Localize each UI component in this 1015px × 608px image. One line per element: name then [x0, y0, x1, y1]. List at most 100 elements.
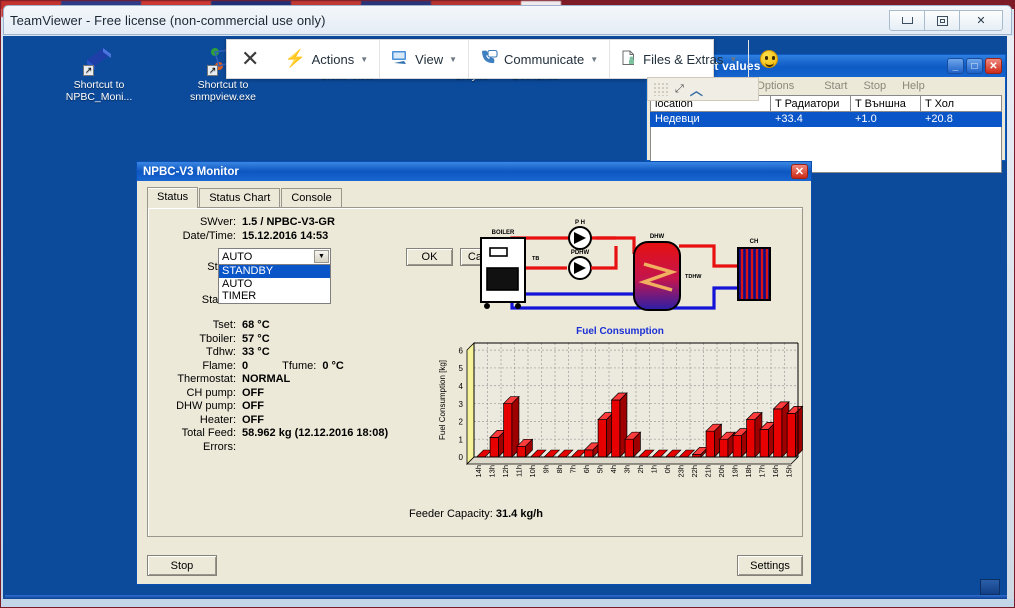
- svg-text:11h: 11h: [514, 465, 523, 477]
- datetime-label: Date/Time:: [182, 229, 236, 242]
- teamviewer-titlebar[interactable]: TeamViewer - Free license (non-commercia…: [3, 5, 1012, 35]
- toolbar-communicate-label: Communicate: [504, 51, 585, 67]
- cell-hall: +20.8: [920, 111, 1002, 127]
- toolbar-close-button[interactable]: ✕: [227, 48, 273, 70]
- close-button[interactable]: ✕: [959, 10, 1003, 31]
- ok-button[interactable]: OK: [406, 248, 453, 266]
- dropdown-option-standby[interactable]: STANDBY: [219, 265, 330, 278]
- state-dropdown-list[interactable]: STANDBY AUTO TIMER: [218, 265, 331, 304]
- tfume-value: 0 °C: [322, 359, 344, 372]
- svg-text:7h: 7h: [568, 465, 577, 473]
- field-heater: Heater: OFF: [156, 414, 401, 428]
- chart-canvas: 0 1 2 3 4 5 6 14h 13h 12h 11h 10h 9h 8h 7h 6h 5h 4h 3h 2h 1h…: [438, 342, 804, 478]
- desktop-icon-npbc-monitor[interactable]: ↗ Shortcut to NPBC_Moni...: [51, 44, 147, 103]
- toolbar-communicate-menu[interactable]: Communicate ▼: [469, 40, 611, 78]
- menu-item-stop[interactable]: Stop: [863, 80, 886, 92]
- npbc-close-button[interactable]: ✕: [791, 164, 808, 179]
- settings-button[interactable]: Settings: [737, 555, 803, 576]
- feeder-capacity-row: Feeder Capacity: 31.4 kg/h: [148, 508, 804, 520]
- cv-maximize-button[interactable]: □: [966, 58, 983, 74]
- chpump-value: OFF: [242, 386, 264, 399]
- field-ch-pump: CH pump: OFF: [156, 387, 401, 401]
- toolbar-overlay-popup[interactable]: ⤢ ︿: [647, 77, 759, 101]
- flame-label: Flame:: [202, 359, 236, 372]
- state-control-group: AUTO ▼ STANDBY AUTO TIMER OK Cancel: [218, 248, 510, 304]
- chpump-label: CH pump:: [186, 386, 236, 399]
- tdhw-label: Tdhw:: [206, 346, 236, 358]
- chevron-down-icon: ▼: [590, 54, 599, 64]
- tdhw-value: 33 °C: [242, 346, 270, 358]
- tab-console[interactable]: Console: [281, 188, 342, 209]
- toolbar-feedback-button[interactable]: [749, 40, 789, 78]
- chevron-up-icon[interactable]: ︿: [690, 80, 703, 99]
- taskbar[interactable]: [5, 595, 1012, 599]
- cv-close-button[interactable]: ✕: [985, 58, 1002, 74]
- svg-text:19h: 19h: [730, 465, 739, 478]
- close-icon: ✕: [794, 166, 805, 178]
- table-row[interactable]: Недевци +33.4 +1.0 +20.8: [650, 111, 1002, 127]
- chevron-down-icon[interactable]: ▼: [314, 250, 329, 263]
- dropdown-option-timer[interactable]: TIMER: [219, 290, 330, 303]
- file-icon: [621, 50, 637, 69]
- svg-text:9h: 9h: [541, 465, 550, 473]
- state-dropdown[interactable]: AUTO ▼: [218, 248, 331, 265]
- window-right-edge: [1007, 36, 1014, 599]
- column-hall: T Хол: [920, 95, 1002, 112]
- stop-button[interactable]: Stop: [147, 555, 217, 576]
- npbc-titlebar[interactable]: NPBC-V3 Monitor ✕: [137, 162, 811, 181]
- tfume-label: Tfume:: [282, 359, 317, 372]
- maximize-button[interactable]: [924, 10, 960, 31]
- close-icon: ✕: [976, 15, 986, 27]
- menu-item-start[interactable]: Start: [824, 80, 847, 92]
- feeder-capacity-value: 31.4 kg/h: [495, 508, 543, 520]
- svg-text:6h: 6h: [582, 465, 591, 473]
- toolbar-actions-menu[interactable]: ⚡ Actions ▼: [273, 40, 381, 78]
- field-thermostat: Thermostat: NORMAL: [156, 373, 401, 387]
- desktop-icon-label-line1: Shortcut to: [73, 79, 125, 91]
- status-panel: SWver: 1.5 / NPBC-V3-GR Date/Time: 15.12…: [147, 207, 804, 537]
- toolbar-files-extras-menu[interactable]: Files & Extras ▼: [610, 40, 750, 78]
- toolbar-view-label: View: [415, 51, 444, 67]
- teamviewer-remote-window: TeamViewer - Free license (non-commercia…: [0, 0, 1015, 608]
- svg-text:0h: 0h: [663, 465, 672, 473]
- field-tset: Tset: 68 °C: [156, 319, 401, 333]
- maximize-icon: [936, 15, 948, 26]
- tab-status-chart[interactable]: Status Chart: [199, 188, 281, 209]
- heater-label: Heater:: [199, 413, 236, 426]
- shortcut-arrow-icon: ↗: [207, 65, 218, 76]
- column-radiators: T Радиатори: [770, 95, 851, 112]
- tab-status[interactable]: Status: [147, 187, 199, 208]
- cv-minimize-button[interactable]: _: [947, 58, 964, 74]
- svg-text:TB: TB: [532, 256, 539, 262]
- minimize-icon: [901, 17, 913, 24]
- totalfeed-label: Total Feed:: [181, 427, 236, 439]
- tset-value: 68 °C: [242, 319, 270, 331]
- npbc-shortcut-icon: ↗: [83, 44, 115, 76]
- heater-value: OFF: [242, 413, 264, 426]
- current-values-window-controls: _ □ ✕: [947, 58, 1002, 74]
- toolbar-view-menu[interactable]: View ▼: [380, 40, 470, 78]
- fuel-consumption-chart: Fuel Consumption 0 1 2 3 4 5 6 14h 13h 12h 11h 10h 9…: [436, 326, 804, 504]
- svg-text:2h: 2h: [636, 465, 645, 473]
- svg-text:18h: 18h: [744, 465, 753, 478]
- column-outside: T Външна: [850, 95, 921, 112]
- npbc-monitor-window: NPBC-V3 Monitor ✕ Status Status Chart Co…: [136, 161, 812, 585]
- close-icon: ✕: [989, 60, 998, 72]
- expand-icon[interactable]: ⤢: [675, 83, 684, 96]
- dropdown-option-auto[interactable]: AUTO: [219, 278, 330, 291]
- field-dhw-pump: DHW pump: OFF: [156, 400, 401, 414]
- chevron-down-icon: ▼: [729, 54, 738, 64]
- heating-system-schematic: BOILER TB P H PDHW DHW TDHW CH: [466, 216, 796, 331]
- minimize-button[interactable]: [889, 10, 925, 31]
- grid-dots-icon: [653, 82, 669, 96]
- npbc-window-title: NPBC-V3 Monitor: [143, 165, 239, 178]
- swver-value: 1.5 / NPBC-V3-GR: [242, 216, 335, 228]
- menu-item-options[interactable]: Options: [756, 80, 794, 92]
- svg-text:PDHW: PDHW: [571, 250, 590, 256]
- cell-outside: +1.0: [850, 111, 921, 127]
- svg-text:16h: 16h: [771, 465, 780, 478]
- chart-title: Fuel Consumption: [576, 326, 664, 337]
- tray-icon[interactable]: [980, 579, 1000, 595]
- menu-item-help[interactable]: Help: [902, 80, 925, 92]
- svg-text:8h: 8h: [555, 465, 564, 473]
